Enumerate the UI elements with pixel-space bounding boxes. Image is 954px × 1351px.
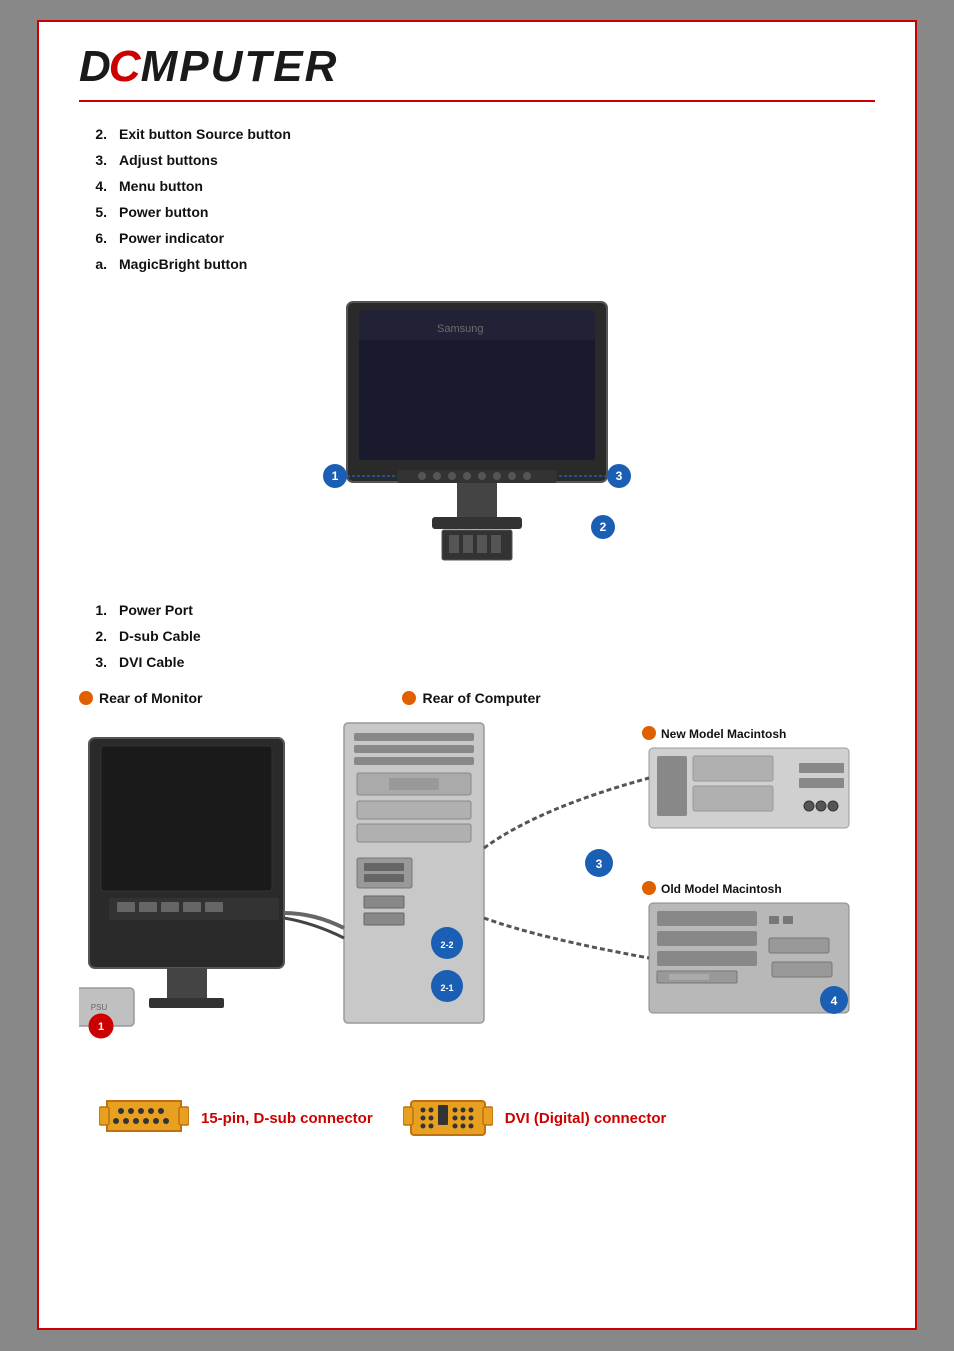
svg-text:1: 1 <box>332 469 339 483</box>
header: D C MPUTER <box>79 42 875 102</box>
svg-text:New Model Macintosh: New Model Macintosh <box>661 727 786 741</box>
logo-c: C <box>109 42 141 92</box>
svg-text:PSU: PSU <box>91 1003 108 1012</box>
svg-text:2-1: 2-1 <box>440 983 453 993</box>
rear-of-monitor-label: Rear of Monitor <box>79 690 202 706</box>
svg-text:Old Model Macintosh: Old Model Macintosh <box>661 882 782 896</box>
list-text: Power button <box>119 204 208 220</box>
list-text: Menu button <box>119 178 203 194</box>
dsub-connector-item: 15-pin, D-sub connector <box>99 1093 373 1143</box>
list-num: 4. <box>79 178 107 194</box>
list-text: Adjust buttons <box>119 152 218 168</box>
list-item: 2. D-sub Cable <box>79 628 875 644</box>
list-item: 3. Adjust buttons <box>79 152 875 168</box>
logo-d: D <box>79 42 109 92</box>
dsub-label: 15-pin, D-sub connector <box>201 1110 373 1127</box>
logo-rest: MPUTER <box>141 42 339 92</box>
list-text: Exit button Source button <box>119 126 291 142</box>
svg-text:2: 2 <box>600 520 607 534</box>
connection-diagram: PSU 1 <box>79 718 875 1063</box>
svg-text:2-2: 2-2 <box>440 940 453 950</box>
list-num: 3. <box>79 654 107 670</box>
logo: D C MPUTER <box>79 42 338 92</box>
list-text: MagicBright button <box>119 256 247 272</box>
list-num: 5. <box>79 204 107 220</box>
list-item: 3. DVI Cable <box>79 654 875 670</box>
svg-text:3: 3 <box>596 857 603 871</box>
list-text: Power Port <box>119 602 193 618</box>
dsub-connector-icon <box>99 1093 189 1143</box>
list-text: D-sub Cable <box>119 628 201 644</box>
monitor-illustration: Samsung 1 3 <box>287 292 667 582</box>
list-item: a. MagicBright button <box>79 256 875 272</box>
orange-dot-icon <box>402 691 416 705</box>
list-num: 6. <box>79 230 107 246</box>
top-list: 2. Exit button Source button 3. Adjust b… <box>79 126 875 272</box>
list-text: DVI Cable <box>119 654 184 670</box>
list-num: 2. <box>79 628 107 644</box>
list-num: 1. <box>79 602 107 618</box>
list-num: a. <box>79 256 107 272</box>
list-text: Power indicator <box>119 230 224 246</box>
connector-section: 15-pin, D-sub connector <box>79 1083 875 1153</box>
list-item: 5. Power button <box>79 204 875 220</box>
rear-labels-row: Rear of Monitor Rear of Computer <box>79 690 875 714</box>
list-item: 4. Menu button <box>79 178 875 194</box>
list-item: 2. Exit button Source button <box>79 126 875 142</box>
svg-text:1: 1 <box>98 1021 104 1033</box>
page: D C MPUTER 2. Exit button Source button … <box>37 20 917 1330</box>
list-num: 3. <box>79 152 107 168</box>
list-item: 6. Power indicator <box>79 230 875 246</box>
connection-illustration: PSU 1 <box>79 718 899 1058</box>
dvi-connector-icon <box>403 1093 493 1143</box>
monitor-diagram: Samsung 1 3 <box>79 292 875 582</box>
svg-text:3: 3 <box>616 469 623 483</box>
svg-text:4: 4 <box>831 994 838 1008</box>
orange-dot-icon <box>79 691 93 705</box>
rear-of-computer-label: Rear of Computer <box>402 690 540 706</box>
list-item: 1. Power Port <box>79 602 875 618</box>
dvi-label: DVI (Digital) connector <box>505 1110 667 1127</box>
port-list: 1. Power Port 2. D-sub Cable 3. DVI Cabl… <box>79 602 875 670</box>
dvi-connector-item: DVI (Digital) connector <box>403 1093 667 1143</box>
list-num: 2. <box>79 126 107 142</box>
